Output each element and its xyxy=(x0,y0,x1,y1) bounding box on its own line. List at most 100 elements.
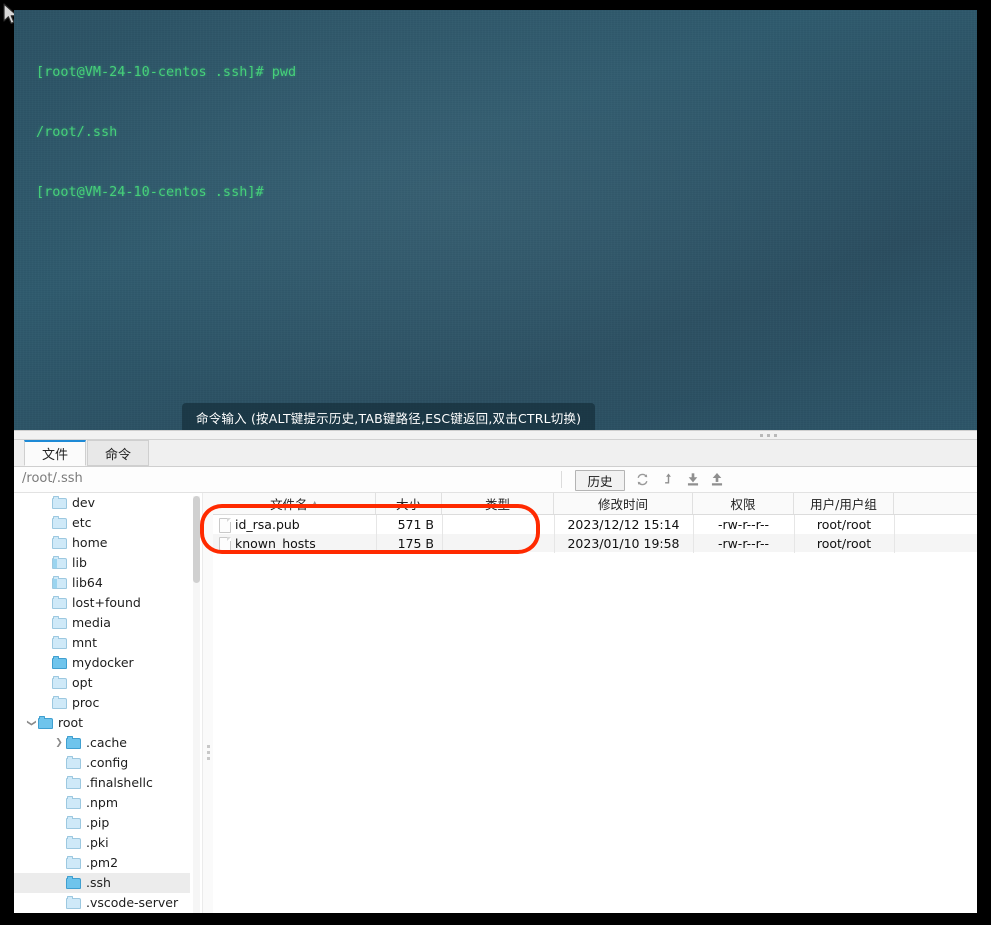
directory-tree[interactable]: ❯dev❯etc❯home❯lib❯lib64❯lost+found❯media… xyxy=(14,493,190,913)
refresh-icon[interactable] xyxy=(632,469,653,490)
tree-item-label: proc xyxy=(72,695,100,710)
terminal-line: /root/.ssh xyxy=(36,124,118,140)
column-header-label: 权限 xyxy=(730,497,756,512)
file-icon xyxy=(219,518,231,533)
column-divider xyxy=(894,515,895,553)
column-header-2[interactable]: 类型 xyxy=(442,493,554,514)
tree-item-home[interactable]: ❯home xyxy=(14,533,190,553)
history-button[interactable]: 历史 xyxy=(575,470,625,491)
column-header-1[interactable]: 大小 xyxy=(376,493,442,514)
command-input-hint[interactable]: 命令输入 (按ALT键提示历史,TAB键路径,ESC键返回,双击CTRL切换) xyxy=(182,403,596,430)
tree-item-label: dev xyxy=(72,495,96,510)
folder-icon xyxy=(66,856,81,869)
tree-item-npm[interactable]: ❯.npm xyxy=(14,793,190,813)
cell-size: 175 B xyxy=(397,535,434,551)
tree-item-label: .vscode-server xyxy=(86,895,179,910)
column-header-5[interactable]: 用户/用户组 xyxy=(794,493,894,514)
tree-item-cache[interactable]: ❯ .cache xyxy=(14,733,190,753)
folder-icon xyxy=(66,876,81,889)
column-header-4[interactable]: 权限 xyxy=(693,493,794,514)
tree-item-label: etc xyxy=(72,515,92,530)
table-row[interactable]: known_hosts 175 B 2023/01/10 19:58 -rw-r--r… xyxy=(213,534,977,552)
sort-ascending-icon: ▲ xyxy=(311,499,318,508)
tree-item-opt[interactable]: ❯opt xyxy=(14,673,190,693)
tree-item-pki[interactable]: ❯.pki xyxy=(14,833,190,853)
tree-item-label: .pki xyxy=(86,835,109,850)
tree-item-lib64[interactable]: ❯lib64 xyxy=(14,573,190,593)
column-divider xyxy=(794,515,795,553)
tree-item-ssh[interactable]: ❯.ssh xyxy=(14,873,190,893)
panel-tabbar: 文件 命令 xyxy=(14,440,977,467)
tree-scrollbar[interactable] xyxy=(193,496,200,913)
tree-item-label: mnt xyxy=(72,635,97,650)
tree-item-etc[interactable]: ❯etc xyxy=(14,513,190,533)
column-header-label: 大小 xyxy=(395,497,421,512)
file-list-header: 文件名 ▲ 大小 类型 修改时间 权限 用户/用户组 xyxy=(213,493,977,515)
tree-item-label: opt xyxy=(72,675,93,690)
tree-item-label: .ssh xyxy=(86,875,111,890)
tree-item-proc[interactable]: ❯proc xyxy=(14,693,190,713)
folder-icon xyxy=(66,736,81,749)
go-up-icon[interactable] xyxy=(658,469,679,490)
tree-item-label: .pm2 xyxy=(86,855,119,870)
cell-filename: known_hosts xyxy=(235,535,316,551)
tree-item-mnt[interactable]: ❯mnt xyxy=(14,633,190,653)
column-header-3[interactable]: 修改时间 xyxy=(554,493,693,514)
tree-item-label: home xyxy=(72,535,108,550)
tree-item-dev[interactable]: ❯dev xyxy=(14,493,190,513)
tree-item-media[interactable]: ❯media xyxy=(14,613,190,633)
terminal-line: [root@VM-24-10-centos .ssh]# xyxy=(36,184,264,200)
cell-owner: root/root xyxy=(816,516,872,532)
folder-icon xyxy=(52,656,67,669)
tree-item-label: lib64 xyxy=(72,575,103,590)
finalshell-window: [root@VM-24-10-centos .ssh]# pwd /root/.… xyxy=(0,0,991,925)
folder-icon xyxy=(66,756,81,769)
splitter-grip-icon[interactable] xyxy=(760,433,790,437)
column-divider xyxy=(376,515,377,553)
vertical-splitter-grip-icon[interactable] xyxy=(207,745,210,763)
column-divider xyxy=(442,515,443,553)
tree-item-mydocker[interactable]: ❯mydocker xyxy=(14,653,190,673)
chevron-right-icon[interactable]: ❯ xyxy=(52,733,66,753)
tree-item-lib[interactable]: ❯lib xyxy=(14,553,190,573)
cell-owner: root/root xyxy=(816,535,872,551)
tree-item-vscodeserver[interactable]: ❯.vscode-server xyxy=(14,893,190,913)
table-row[interactable]: id_rsa.pub 571 B 2023/12/12 15:14 -rw-r--r-… xyxy=(213,515,977,533)
file-manager-panel: 文件 命令 /root/.ssh 历史 dev etc home lib lib… xyxy=(14,439,977,913)
tree-item-config[interactable]: ❯.config xyxy=(14,753,190,773)
current-path-label[interactable]: /root/.ssh xyxy=(22,471,83,486)
column-header-0[interactable]: 文件名 ▲ xyxy=(213,493,376,514)
tree-item-finalshellc[interactable]: ❯.finalshellc xyxy=(14,773,190,793)
column-header-label: 用户/用户组 xyxy=(810,497,877,512)
tab-files[interactable]: 文件 xyxy=(24,440,86,466)
folder-icon xyxy=(66,836,81,849)
tree-item-label: lost+found xyxy=(72,595,141,610)
cell-size: 571 B xyxy=(397,516,434,532)
tree-item-label: .pip xyxy=(86,815,110,830)
folder-icon xyxy=(52,576,67,589)
file-icon xyxy=(219,537,231,552)
folder-icon xyxy=(52,496,67,509)
path-toolbar: /root/.ssh 历史 xyxy=(14,467,977,493)
download-icon[interactable] xyxy=(682,469,703,490)
cell-mtime: 2023/12/12 15:14 xyxy=(567,516,680,532)
tree-item-lostfound[interactable]: ❯lost+found xyxy=(14,593,190,613)
cell-perm: -rw-r--r-- xyxy=(717,516,770,532)
cell-mtime: 2023/01/10 19:58 xyxy=(567,535,680,551)
file-list[interactable]: 文件名 ▲ 大小 类型 修改时间 权限 用户/用户组 id_rsa.pub 571 B 2023… xyxy=(213,493,977,913)
tree-scrollbar-thumb[interactable] xyxy=(193,496,200,583)
cell-type xyxy=(442,515,554,533)
tree-item-pm2[interactable]: ❯.pm2 xyxy=(14,853,190,873)
tree-item-label: mydocker xyxy=(72,655,134,670)
tab-commands[interactable]: 命令 xyxy=(87,440,149,466)
tree-item-label: lib xyxy=(72,555,87,570)
upload-icon[interactable] xyxy=(706,469,727,490)
folder-icon xyxy=(52,556,67,569)
tree-item-pip[interactable]: ❯.pip xyxy=(14,813,190,833)
tree-item-root[interactable]: ❯ root xyxy=(14,713,190,733)
terminal-line: [root@VM-24-10-centos .ssh]# pwd xyxy=(36,64,297,80)
folder-icon xyxy=(52,636,67,649)
tree-item-label: .npm xyxy=(86,795,119,810)
terminal-output[interactable]: [root@VM-24-10-centos .ssh]# pwd /root/.… xyxy=(14,10,977,430)
folder-icon xyxy=(52,696,67,709)
